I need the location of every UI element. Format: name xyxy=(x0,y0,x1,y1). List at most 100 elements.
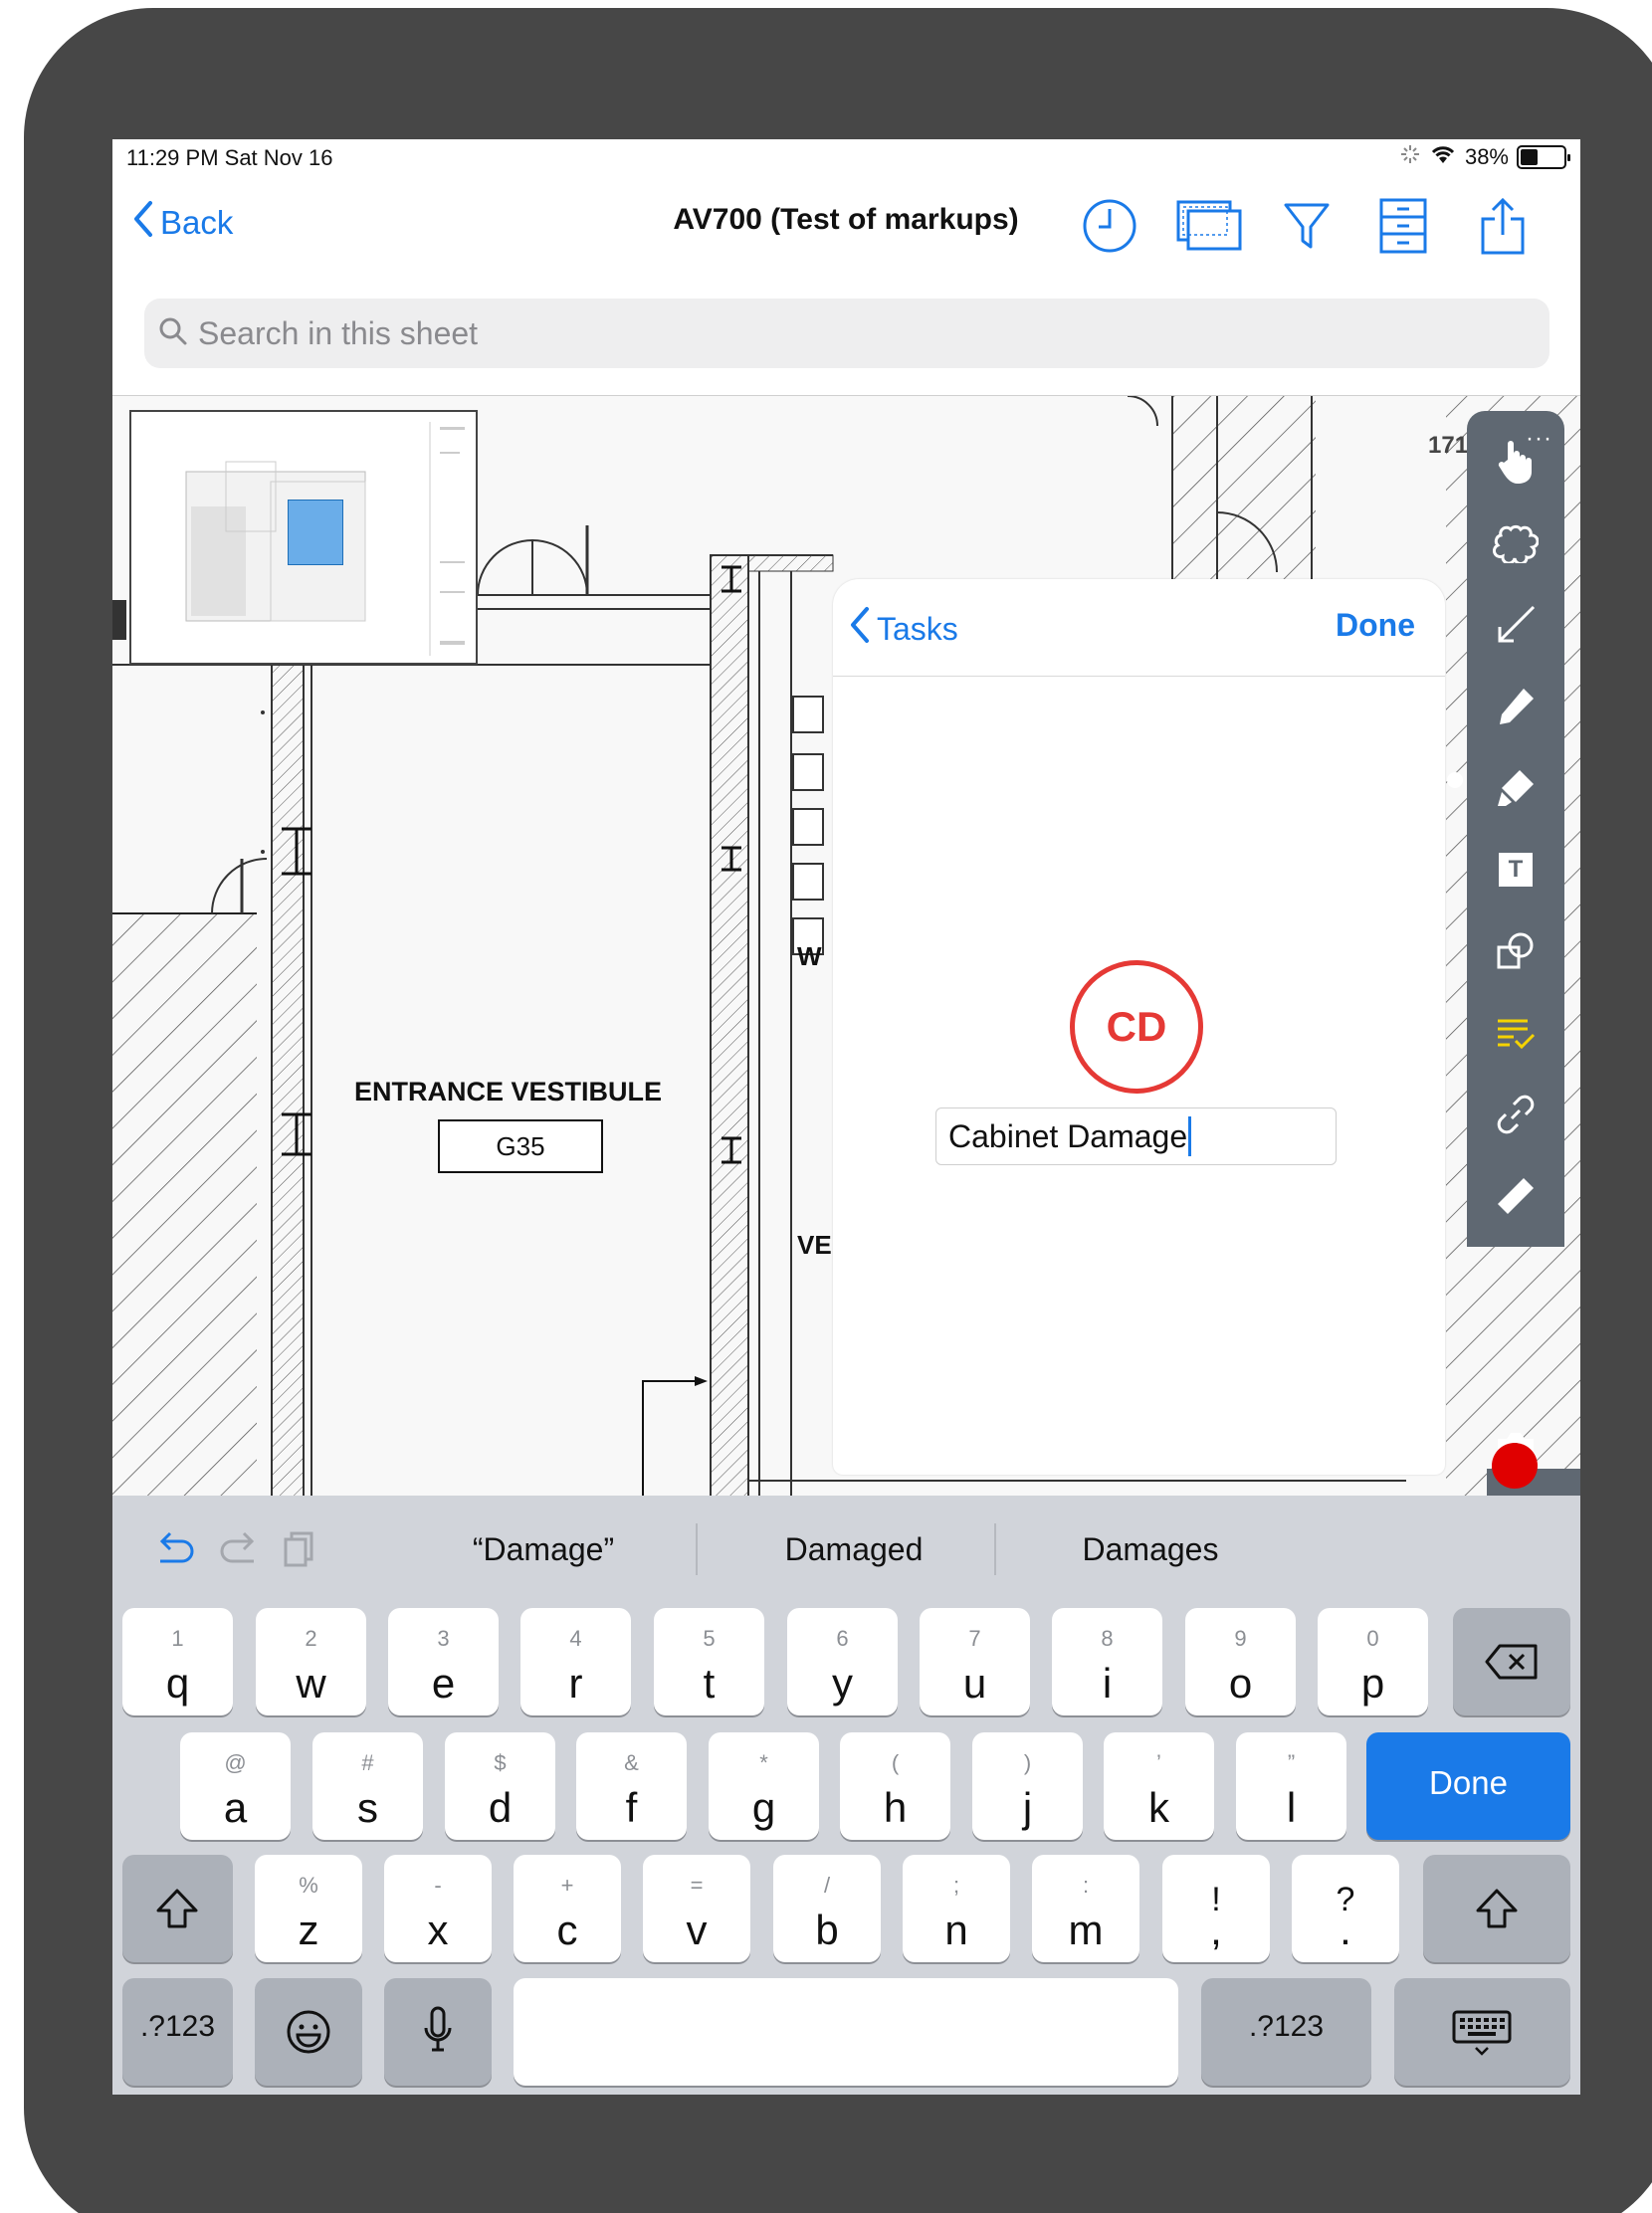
key-l[interactable]: ” l xyxy=(1236,1732,1346,1840)
delete-key[interactable] xyxy=(1453,1608,1570,1715)
key-comma[interactable]: !, xyxy=(1162,1855,1270,1962)
key-letter: z xyxy=(298,1907,319,1953)
arrow-icon[interactable] xyxy=(1487,596,1545,654)
key-number-hint: + xyxy=(560,1873,574,1898)
key-h[interactable]: (h xyxy=(840,1732,950,1840)
key-number-hint: 5 xyxy=(703,1626,716,1651)
chevron-left-icon xyxy=(849,605,871,653)
key-letter: g xyxy=(751,1784,776,1831)
key-letter: k xyxy=(1148,1784,1169,1831)
cloud-icon[interactable] xyxy=(1487,514,1545,572)
key-u[interactable]: 7u xyxy=(920,1608,1030,1715)
hand-icon[interactable] xyxy=(1487,433,1545,491)
backspace-icon xyxy=(1485,1644,1538,1680)
tasks-icon[interactable] xyxy=(1487,1004,1545,1062)
hide-keyboard-key[interactable] xyxy=(1394,1978,1570,2086)
key-c[interactable]: + c xyxy=(514,1855,621,1962)
ruler-icon[interactable] xyxy=(1487,1167,1545,1225)
key-number-hint: 3 xyxy=(437,1626,450,1651)
chevron-left-icon xyxy=(132,199,154,247)
done-button[interactable]: Done xyxy=(1336,607,1415,644)
share-icon[interactable] xyxy=(1478,197,1528,262)
key-b[interactable]: / b xyxy=(773,1855,881,1962)
shift-key-left[interactable] xyxy=(122,1855,233,1962)
key-m[interactable]: :m xyxy=(1032,1855,1139,1962)
key-a[interactable]: @ a xyxy=(180,1732,291,1840)
key-r[interactable]: 4r xyxy=(520,1608,631,1715)
shift-icon xyxy=(156,1889,198,1928)
key-s[interactable]: # s xyxy=(312,1732,423,1840)
key-g[interactable]: * g xyxy=(709,1732,819,1840)
key-number-hint: - xyxy=(434,1873,442,1898)
search-input[interactable]: Search in this sheet xyxy=(144,299,1549,368)
suggestion-item[interactable]: Damaged xyxy=(739,1531,968,1568)
key-letter: j xyxy=(1022,1784,1033,1831)
key-letter: l xyxy=(1286,1784,1297,1831)
key-f[interactable]: & f xyxy=(576,1732,687,1840)
key-k[interactable]: ’ k xyxy=(1104,1732,1214,1840)
key-letter: e xyxy=(431,1660,456,1707)
key-x[interactable]: -x xyxy=(384,1855,492,1962)
suggestion-item[interactable]: Damages xyxy=(1036,1531,1265,1568)
key-i[interactable]: 8i xyxy=(1052,1608,1162,1715)
key-z[interactable]: % z xyxy=(255,1855,362,1962)
sheet-minimap[interactable] xyxy=(129,410,478,665)
key-letter: a xyxy=(223,1784,248,1831)
key-letter: m xyxy=(1068,1907,1104,1953)
popover-header: Tasks Done xyxy=(833,579,1445,677)
done-key-label: Done xyxy=(1429,1764,1508,1801)
suggestion-divider xyxy=(994,1523,996,1575)
key-w[interactable]: 2w xyxy=(256,1608,366,1715)
numbers-key-right[interactable]: .?123 xyxy=(1201,1978,1371,2086)
text-icon[interactable]: T xyxy=(1487,841,1545,899)
key-number-hint: : xyxy=(1082,1873,1090,1898)
navigation-bar: Back AV700 (Test of markups) xyxy=(112,179,1580,279)
redo-icon[interactable] xyxy=(218,1529,262,1574)
numbers-key-label: .?123 xyxy=(139,2010,216,2043)
key-e[interactable]: 3e xyxy=(388,1608,499,1715)
filter-icon[interactable] xyxy=(1282,197,1332,260)
keyboard-done-button[interactable]: Done xyxy=(1366,1732,1570,1840)
key-period[interactable]: ?. xyxy=(1292,1855,1399,1962)
task-avatar[interactable]: CD xyxy=(1070,960,1203,1094)
undo-icon[interactable] xyxy=(152,1529,196,1574)
key-t[interactable]: 5t xyxy=(654,1608,764,1715)
markup-toolbar: ··· T xyxy=(1467,411,1564,1247)
history-clock-icon[interactable] xyxy=(1081,197,1138,260)
key-letter: b xyxy=(815,1907,839,1953)
tasks-back-button[interactable]: Tasks xyxy=(849,605,958,653)
key-number-hint: 2 xyxy=(305,1626,317,1651)
task-name-value: Cabinet Damage xyxy=(948,1118,1188,1154)
key-letter: v xyxy=(686,1907,708,1953)
key-n[interactable]: ; n xyxy=(903,1855,1010,1962)
key-o[interactable]: 9o xyxy=(1185,1608,1296,1715)
key-y[interactable]: 6y xyxy=(787,1608,898,1715)
wifi-icon xyxy=(1429,143,1457,171)
task-name-field[interactable]: Cabinet Damage xyxy=(935,1107,1337,1165)
numbers-key-left[interactable]: .?123 xyxy=(122,1978,233,2086)
link-icon[interactable] xyxy=(1487,1086,1545,1143)
key-d[interactable]: $ d xyxy=(445,1732,555,1840)
key-v[interactable]: = v xyxy=(643,1855,750,1962)
space-bar[interactable] xyxy=(514,1978,1178,2086)
color-swatch-icon[interactable] xyxy=(1492,1443,1538,1489)
shapes-icon[interactable] xyxy=(1487,922,1545,980)
key-q[interactable]: 1q xyxy=(122,1608,233,1715)
highlighter-icon[interactable] xyxy=(1487,759,1545,817)
key-p[interactable]: 0p xyxy=(1318,1608,1428,1715)
file-cabinet-icon[interactable] xyxy=(1377,197,1429,260)
search-icon xyxy=(158,316,188,351)
shift-key-right[interactable] xyxy=(1423,1855,1570,1962)
back-button[interactable]: Back xyxy=(132,199,233,247)
key-number-hint: $ xyxy=(494,1750,507,1775)
emoji-key[interactable] xyxy=(255,1978,362,2086)
key-j[interactable]: ) j xyxy=(972,1732,1083,1840)
pen-icon[interactable] xyxy=(1487,678,1545,735)
paste-icon[interactable] xyxy=(280,1527,319,1576)
activity-icon xyxy=(1399,143,1421,171)
suggestion-item[interactable]: “Damage” xyxy=(429,1531,658,1568)
sheets-layers-icon[interactable] xyxy=(1175,197,1245,260)
back-label: Back xyxy=(160,204,234,241)
dictation-key[interactable] xyxy=(384,1978,492,2086)
key-number-hint: # xyxy=(361,1750,374,1775)
